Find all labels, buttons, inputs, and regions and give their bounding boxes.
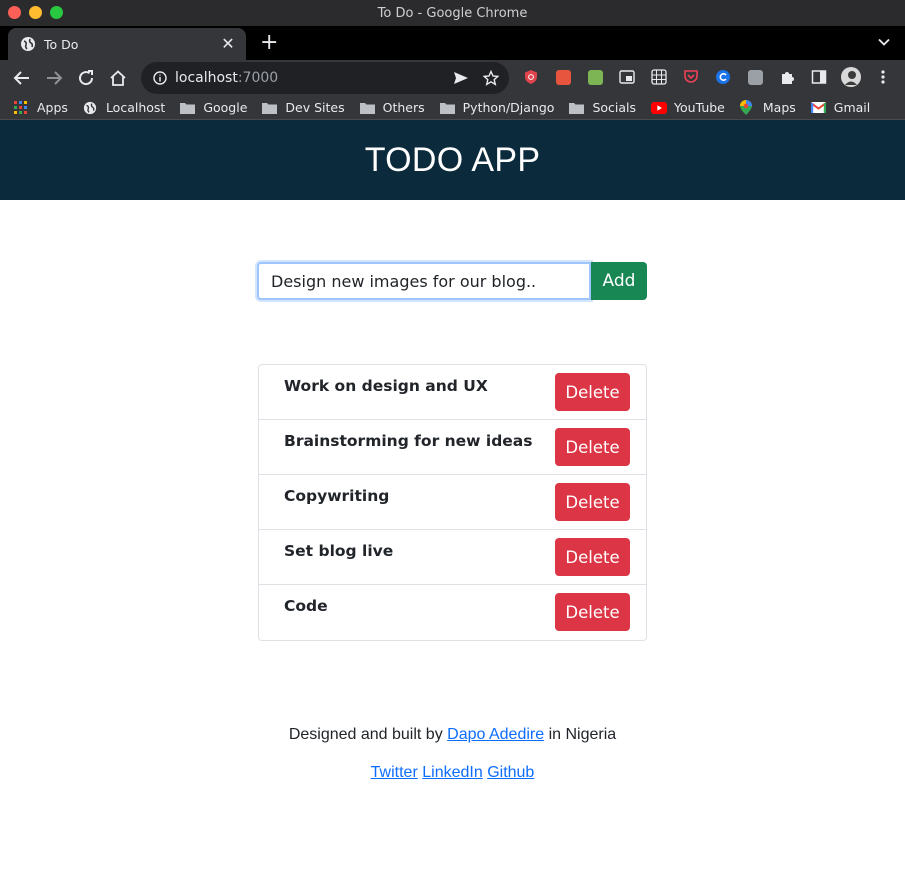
chevron-down-icon[interactable] xyxy=(877,35,891,54)
delete-button[interactable]: Delete xyxy=(555,428,630,466)
youtube-icon xyxy=(651,101,668,115)
list-item: Work on design and UX Delete xyxy=(259,365,646,420)
todo-list: Work on design and UX Delete Brainstormi… xyxy=(258,364,647,641)
folder-icon xyxy=(569,101,585,115)
bookmark-folder-python-django[interactable]: Python/Django xyxy=(439,100,555,115)
puzzle-extensions-icon[interactable] xyxy=(776,66,798,88)
folder-icon xyxy=(180,101,196,115)
forward-arrow-icon[interactable] xyxy=(40,64,68,92)
list-item: Code Delete xyxy=(259,585,646,640)
linkedin-link[interactable]: LinkedIn xyxy=(422,764,483,781)
blue-extension-icon[interactable] xyxy=(712,66,734,88)
bookmark-label: Gmail xyxy=(833,100,871,115)
profile-extension-icon[interactable] xyxy=(744,66,766,88)
window-extension-icon[interactable] xyxy=(616,66,638,88)
app-title: TODO APP xyxy=(364,140,541,179)
delete-button[interactable]: Delete xyxy=(555,483,630,521)
todo-text: Copywriting xyxy=(284,487,390,505)
page-footer: Designed and built by Dapo Adedire in Ni… xyxy=(0,726,905,782)
todo-text: Set blog live xyxy=(284,542,394,560)
credits-suffix: in Nigeria xyxy=(548,726,617,743)
list-item: Copywriting Delete xyxy=(259,475,646,530)
todo-text: Brainstorming for new ideas xyxy=(284,432,533,450)
globe-icon xyxy=(83,101,99,115)
side-panel-icon[interactable] xyxy=(808,66,830,88)
minimize-window-button[interactable] xyxy=(29,6,42,19)
bookmark-folder-others[interactable]: Others xyxy=(359,100,425,115)
new-tab-icon[interactable]: + xyxy=(260,30,278,55)
translate-extension-icon[interactable] xyxy=(552,66,574,88)
bookmark-localhost[interactable]: Localhost xyxy=(83,100,165,115)
tab-strip: To Do ✕ + xyxy=(0,26,905,60)
bookmark-folder-socials[interactable]: Socials xyxy=(569,100,636,115)
list-item: Set blog live Delete xyxy=(259,530,646,585)
browser-toolbar: localhost:7000 xyxy=(0,60,905,96)
home-icon[interactable] xyxy=(104,64,132,92)
bookmark-folder-dev-sites[interactable]: Dev Sites xyxy=(262,100,345,115)
avatar[interactable] xyxy=(840,66,862,88)
shield-extension-icon[interactable] xyxy=(520,66,542,88)
bookmark-apps[interactable]: Apps xyxy=(14,100,68,115)
extensions-bar xyxy=(520,66,894,88)
bookmark-label: Google xyxy=(203,100,248,115)
tab-title: To Do xyxy=(44,36,79,52)
bookmark-maps[interactable]: Maps xyxy=(739,100,796,115)
credits-prefix: Designed and built by xyxy=(288,726,443,743)
bookmark-label: Apps xyxy=(37,100,68,115)
github-link[interactable]: Github xyxy=(487,764,534,781)
address-bar[interactable]: localhost:7000 xyxy=(141,62,509,94)
window-controls xyxy=(8,6,63,19)
site-info-icon[interactable] xyxy=(153,71,167,85)
add-button[interactable]: Add xyxy=(591,262,647,300)
bookmark-label: Socials xyxy=(592,100,637,115)
url-host: localhost xyxy=(175,70,238,86)
print-extension-icon[interactable] xyxy=(584,66,606,88)
bookmark-youtube[interactable]: YouTube xyxy=(651,100,725,115)
globe-icon xyxy=(20,36,36,52)
send-icon[interactable] xyxy=(453,70,469,86)
delete-button[interactable]: Delete xyxy=(555,538,630,576)
todo-text: Work on design and UX xyxy=(284,377,488,395)
bookmark-label: Dev Sites xyxy=(285,100,345,115)
delete-button[interactable]: Delete xyxy=(555,373,630,411)
folder-icon xyxy=(359,101,376,115)
bookmark-label: Others xyxy=(382,100,425,115)
pocket-extension-icon[interactable] xyxy=(680,66,702,88)
folder-icon xyxy=(262,101,278,115)
bookmark-label: Localhost xyxy=(105,100,166,115)
folder-icon xyxy=(439,101,456,115)
bookmarks-bar: Apps Localhost Google Dev Sites Others P… xyxy=(0,96,905,120)
bookmark-label: Python/Django xyxy=(462,100,555,115)
list-item: Brainstorming for new ideas Delete xyxy=(259,420,646,475)
bookmark-gmail[interactable]: Gmail xyxy=(810,100,871,115)
window-titlebar: To Do - Google Chrome xyxy=(0,0,905,26)
maps-pin-icon xyxy=(739,100,756,115)
app-header: TODO APP xyxy=(0,120,905,200)
credits-line: Designed and built by Dapo Adedire in Ni… xyxy=(0,726,905,744)
twitter-link[interactable]: Twitter xyxy=(371,764,418,781)
bookmark-label: YouTube xyxy=(674,100,725,115)
url-port: :7000 xyxy=(237,70,279,86)
todo-input[interactable] xyxy=(257,262,591,300)
todo-text: Code xyxy=(284,597,328,615)
add-todo-form: Add xyxy=(257,262,647,300)
back-arrow-icon[interactable] xyxy=(8,64,36,92)
author-link[interactable]: Dapo Adedire xyxy=(447,726,544,743)
grid-extension-icon[interactable] xyxy=(648,66,670,88)
maximize-window-button[interactable] xyxy=(50,6,63,19)
social-links: Twitter LinkedIn Github xyxy=(0,764,905,782)
gmail-icon xyxy=(810,101,827,115)
reload-icon[interactable] xyxy=(72,64,100,92)
window-title: To Do - Google Chrome xyxy=(377,5,528,21)
more-menu-icon[interactable] xyxy=(872,66,894,88)
delete-button[interactable]: Delete xyxy=(555,593,630,631)
apps-grid-icon xyxy=(14,100,30,115)
bookmark-label: Maps xyxy=(762,100,796,115)
tab-todo[interactable]: To Do ✕ xyxy=(8,28,246,60)
bookmark-folder-google[interactable]: Google xyxy=(180,100,247,115)
address-url: localhost:7000 xyxy=(175,70,439,86)
close-window-button[interactable] xyxy=(8,6,21,19)
star-bookmark-icon[interactable] xyxy=(483,70,499,86)
close-tab-icon[interactable]: ✕ xyxy=(220,34,236,54)
